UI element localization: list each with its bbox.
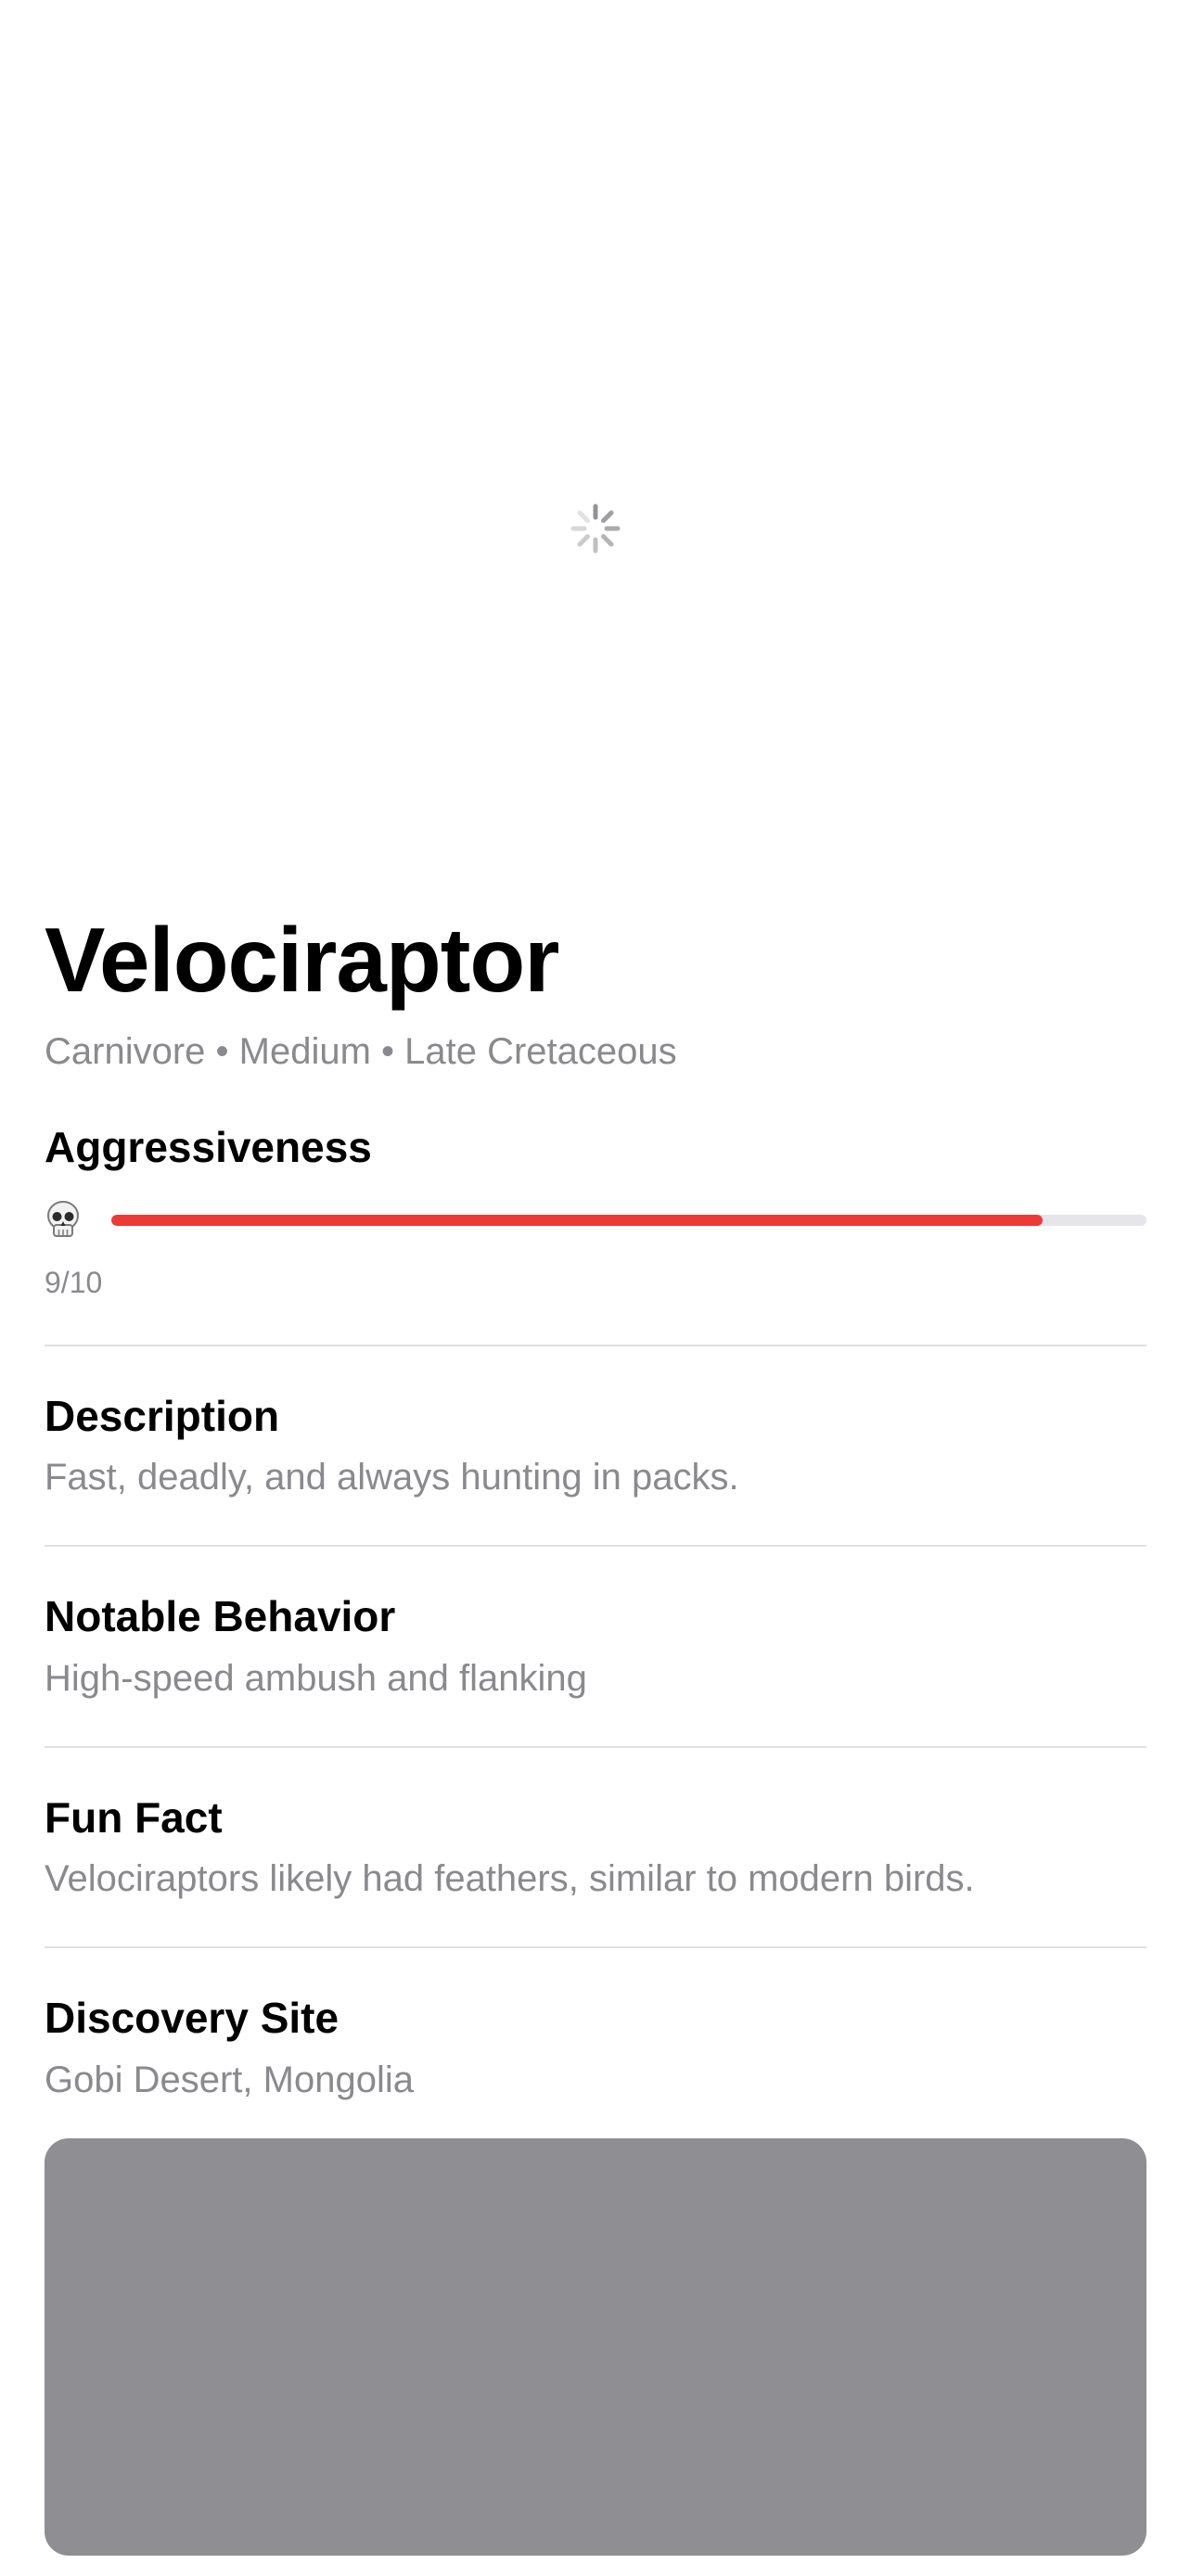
dino-meta-subtitle: Carnivore • Medium • Late Cretaceous xyxy=(45,1031,677,1072)
notable-behavior-section: Notable Behavior High-speed ambush and f… xyxy=(45,1547,1146,1746)
section-title: Discovery Site xyxy=(45,1994,339,2043)
aggressiveness-track xyxy=(111,1214,1146,1226)
aggressiveness-label: Aggressiveness xyxy=(45,1123,372,1171)
section-title: Fun Fact xyxy=(45,1792,223,1842)
section-title: Description xyxy=(45,1391,280,1440)
aggressiveness-score: 9/10 xyxy=(45,1265,103,1299)
section-value: Velociraptors likely had feathers, simil… xyxy=(45,1858,975,1900)
aggressiveness-meter xyxy=(45,1197,1146,1243)
section-title: Notable Behavior xyxy=(45,1592,396,1641)
skull-icon xyxy=(47,1200,79,1237)
dino-detail-content: Velociraptor Carnivore • Medium • Late C… xyxy=(45,890,1146,2556)
section-value: Fast, deadly, and always hunting in pack… xyxy=(45,1457,739,1498)
activity-spinner-icon xyxy=(570,504,621,554)
discovery-site-section: Discovery Site Gobi Desert, Mongolia xyxy=(45,1948,1146,2101)
fun-fact-section: Fun Fact Velociraptors likely had feathe… xyxy=(45,1748,1146,1947)
description-section: Description Fast, deadly, and always hun… xyxy=(45,1346,1146,1546)
section-value: Gobi Desert, Mongolia xyxy=(45,2059,414,2100)
section-value: High-speed ambush and flanking xyxy=(45,1657,587,1699)
aggressiveness-fill xyxy=(111,1214,1044,1226)
hero-image-area xyxy=(0,0,1191,890)
dino-name-title: Velociraptor xyxy=(45,909,559,1011)
discovery-site-map[interactable] xyxy=(45,2137,1146,2556)
